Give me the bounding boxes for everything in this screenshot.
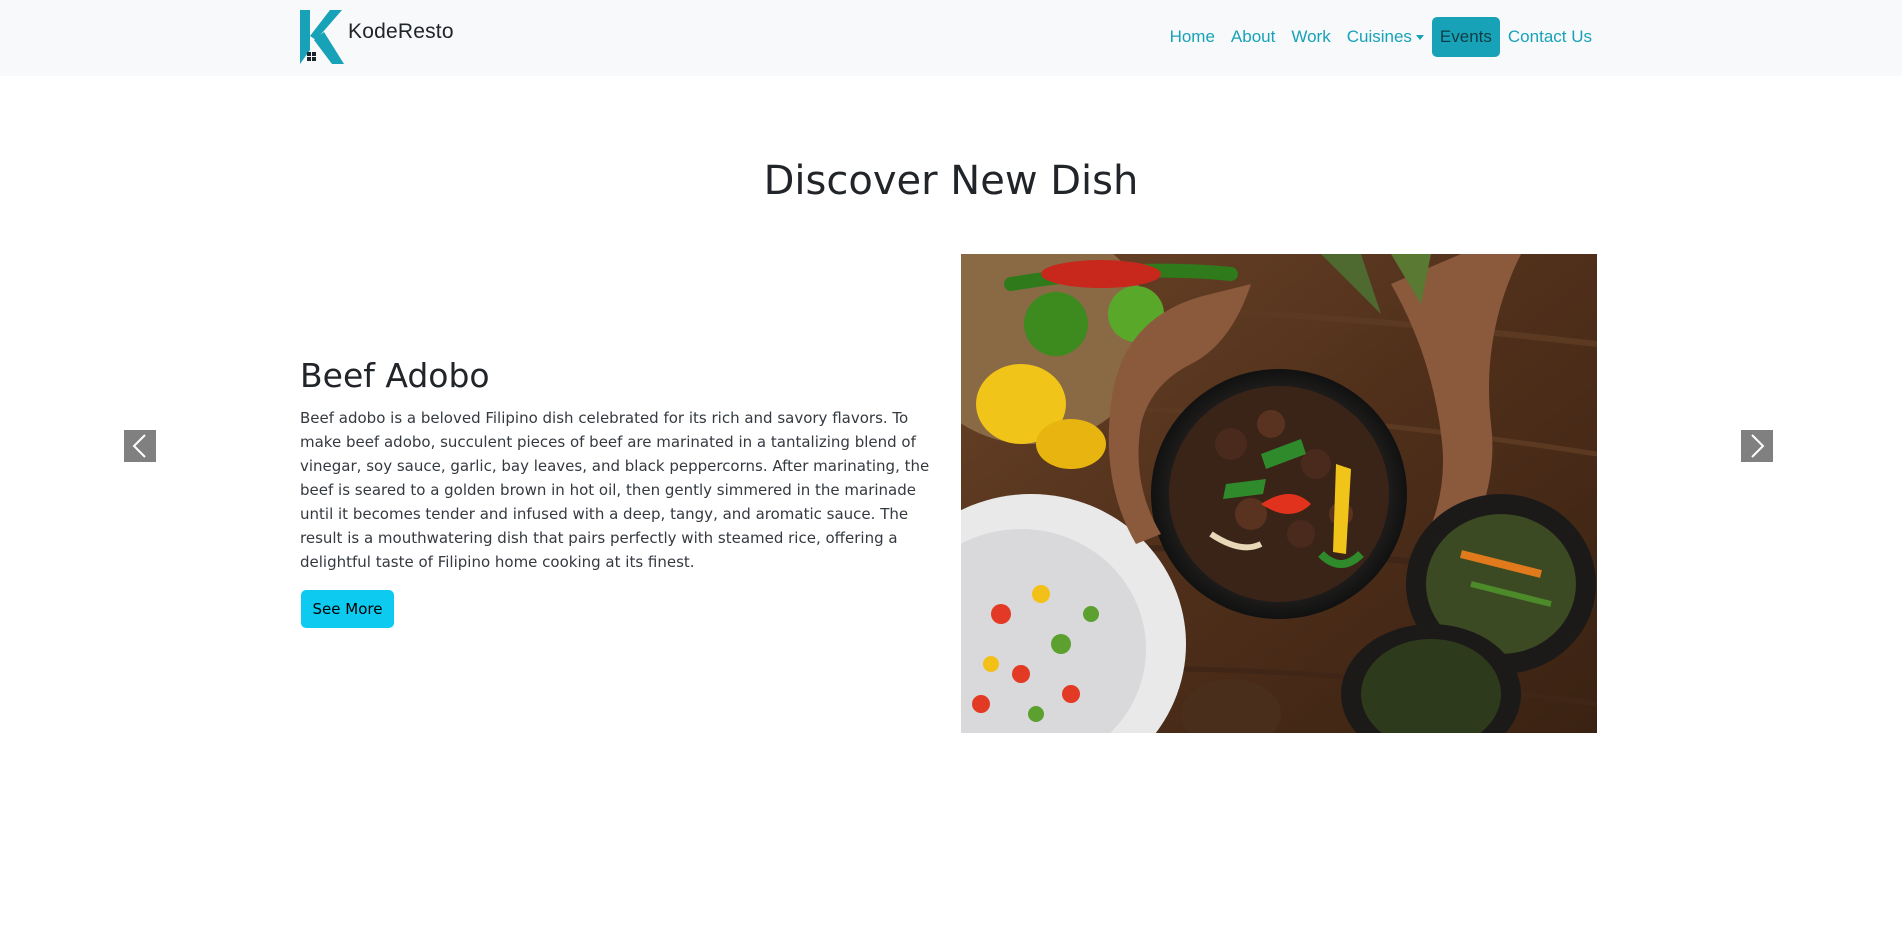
main-nav: Home About Work Cuisines Events Contact … bbox=[1162, 17, 1600, 57]
chevron-right-icon bbox=[1751, 434, 1765, 458]
dish-title: Beef Adobo bbox=[300, 356, 490, 395]
nav-contact-us[interactable]: Contact Us bbox=[1500, 17, 1600, 57]
brand-name: KodeResto bbox=[348, 20, 454, 43]
dish-photo bbox=[961, 254, 1597, 733]
dish-photo-illustration bbox=[961, 254, 1597, 733]
carousel-prev-button[interactable] bbox=[124, 430, 156, 462]
nav-cuisines-label: Cuisines bbox=[1346, 27, 1412, 46]
caret-down-icon bbox=[1415, 34, 1424, 40]
navbar: KodeResto Home About Work Cuisines Event… bbox=[0, 0, 1902, 76]
dish-description: Beef adobo is a beloved Filipino dish ce… bbox=[300, 409, 930, 571]
chevron-left-icon bbox=[132, 434, 146, 458]
nav-cuisines-dropdown[interactable]: Cuisines bbox=[1339, 17, 1432, 57]
section-title: Discover New Dish bbox=[763, 158, 1139, 204]
see-more-button[interactable]: See More bbox=[301, 590, 394, 628]
nav-events[interactable]: Events bbox=[1431, 17, 1500, 57]
nav-home[interactable]: Home bbox=[1162, 17, 1223, 57]
k-logo-icon bbox=[300, 10, 344, 64]
nav-about[interactable]: About bbox=[1223, 17, 1283, 57]
carousel-next-button[interactable] bbox=[1741, 430, 1773, 462]
nav-work[interactable]: Work bbox=[1283, 17, 1338, 57]
brand-link[interactable]: KodeResto bbox=[300, 10, 454, 64]
